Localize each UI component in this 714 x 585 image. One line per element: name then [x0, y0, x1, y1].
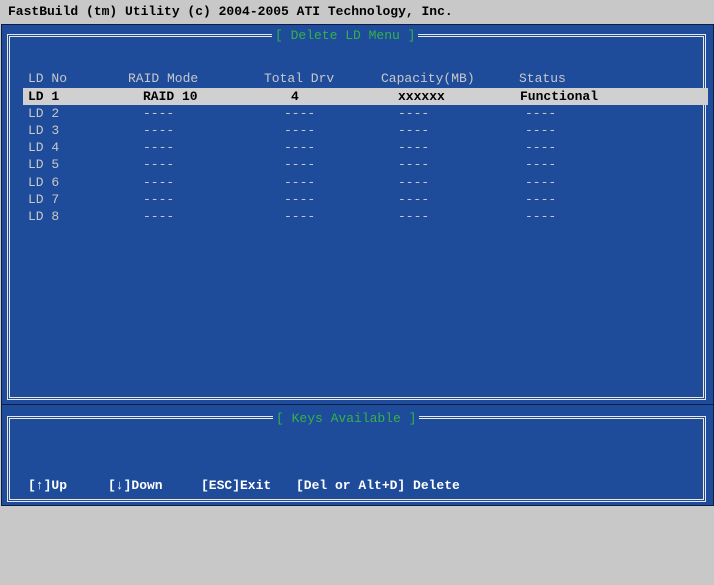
ld-cell-ld: LD 7: [28, 191, 60, 207]
ld-cell-status: ----: [525, 106, 557, 122]
ld-cell-status: ----: [525, 123, 557, 139]
ld-cell-total-drv: ----: [284, 208, 316, 224]
delete-ld-panel: [ Delete LD Menu ] LD No RAID Mode Total…: [1, 24, 714, 406]
bios-screen: FastBuild (tm) Utility (c) 2004-2005 ATI…: [0, 0, 714, 506]
ld-cell-status: ----: [525, 191, 557, 207]
ld-cell-capacity: ----: [398, 106, 430, 122]
keys-frame: [ Keys Available ] [↑]Up [↓]Down [ESC]Ex…: [7, 411, 706, 502]
ld-cell-status: ----: [525, 140, 557, 156]
ld-cell-raid-mode: ----: [143, 140, 175, 156]
ld-cell-capacity: ----: [398, 140, 430, 156]
ld-cell-ld: LD 6: [28, 174, 60, 190]
ld-cell-ld: LD 1: [28, 89, 60, 104]
ld-cell-total-drv: ----: [284, 106, 316, 122]
ld-cell-raid-mode: ----: [143, 157, 175, 173]
ld-cell-status: ----: [525, 174, 557, 190]
ld-cell-raid-mode: ----: [143, 106, 175, 122]
ld-cell-total-drv: ----: [284, 140, 316, 156]
ld-cell-ld: LD 5: [28, 157, 60, 173]
ld-cell-total-drv: ----: [284, 123, 316, 139]
ld-cell-raid-mode: ----: [143, 174, 175, 190]
ld-cell-ld: LD 8: [28, 208, 60, 224]
ld-cell-status: Functional: [520, 89, 599, 104]
key-hint-exit: [ESC]Exit: [201, 478, 272, 493]
ld-cell-raid-mode: ----: [143, 191, 175, 207]
key-hint-up: [↑]Up: [28, 478, 68, 493]
ld-cell-capacity: xxxxxx: [398, 89, 445, 104]
ld-cell-raid-mode: ----: [143, 123, 175, 139]
delete-ld-frame: [ Delete LD Menu ] LD No RAID Mode Total…: [7, 28, 708, 400]
ld-cell-capacity: ----: [398, 208, 430, 224]
column-header-total-drv: Total Drv: [264, 71, 335, 86]
key-hints: [↑]Up [↓]Down [ESC]Exit [Del or Alt+D] D…: [28, 477, 460, 495]
ld-cell-ld: LD 2: [28, 106, 60, 122]
ld-cell-total-drv: ----: [284, 174, 316, 190]
ld-cell-capacity: ----: [398, 123, 430, 139]
ld-cell-total-drv: ----: [284, 191, 316, 207]
column-header-raid-mode: RAID Mode: [128, 71, 199, 86]
column-header-ld-no: LD No: [28, 71, 68, 86]
keys-available-title: [ Keys Available ]: [273, 411, 420, 427]
app-title-bar: FastBuild (tm) Utility (c) 2004-2005 ATI…: [0, 0, 714, 24]
ld-table-header: LD No RAID Mode Total Drv Capacity(MB) S…: [28, 70, 566, 87]
ld-cell-raid-mode: RAID 10: [143, 89, 198, 104]
ld-cell-capacity: ----: [398, 174, 430, 190]
ld-cell-capacity: ----: [398, 157, 430, 173]
key-hint-down: [↓]Down: [108, 478, 163, 493]
column-header-status: Status: [519, 71, 566, 86]
ld-cell-ld: LD 3: [28, 123, 60, 139]
key-hint-delete: [Del or Alt+D] Delete: [296, 478, 460, 493]
keys-available-panel: [ Keys Available ] [↑]Up [↓]Down [ESC]Ex…: [1, 404, 714, 506]
ld-cell-ld: LD 4: [28, 140, 60, 156]
ld-cell-total-drv: ----: [284, 157, 316, 173]
ld-cell-raid-mode: ----: [143, 208, 175, 224]
column-header-capacity: Capacity(MB): [381, 71, 475, 86]
ld-cell-capacity: ----: [398, 191, 430, 207]
ld-cell-total-drv: 4: [291, 89, 299, 104]
ld-cell-status: ----: [525, 208, 557, 224]
ld-table-row[interactable]: LD 1 RAID 10 4 xxxxxx Functional: [23, 88, 708, 105]
delete-ld-menu-title: [ Delete LD Menu ]: [272, 28, 419, 44]
ld-cell-status: ----: [525, 157, 557, 173]
